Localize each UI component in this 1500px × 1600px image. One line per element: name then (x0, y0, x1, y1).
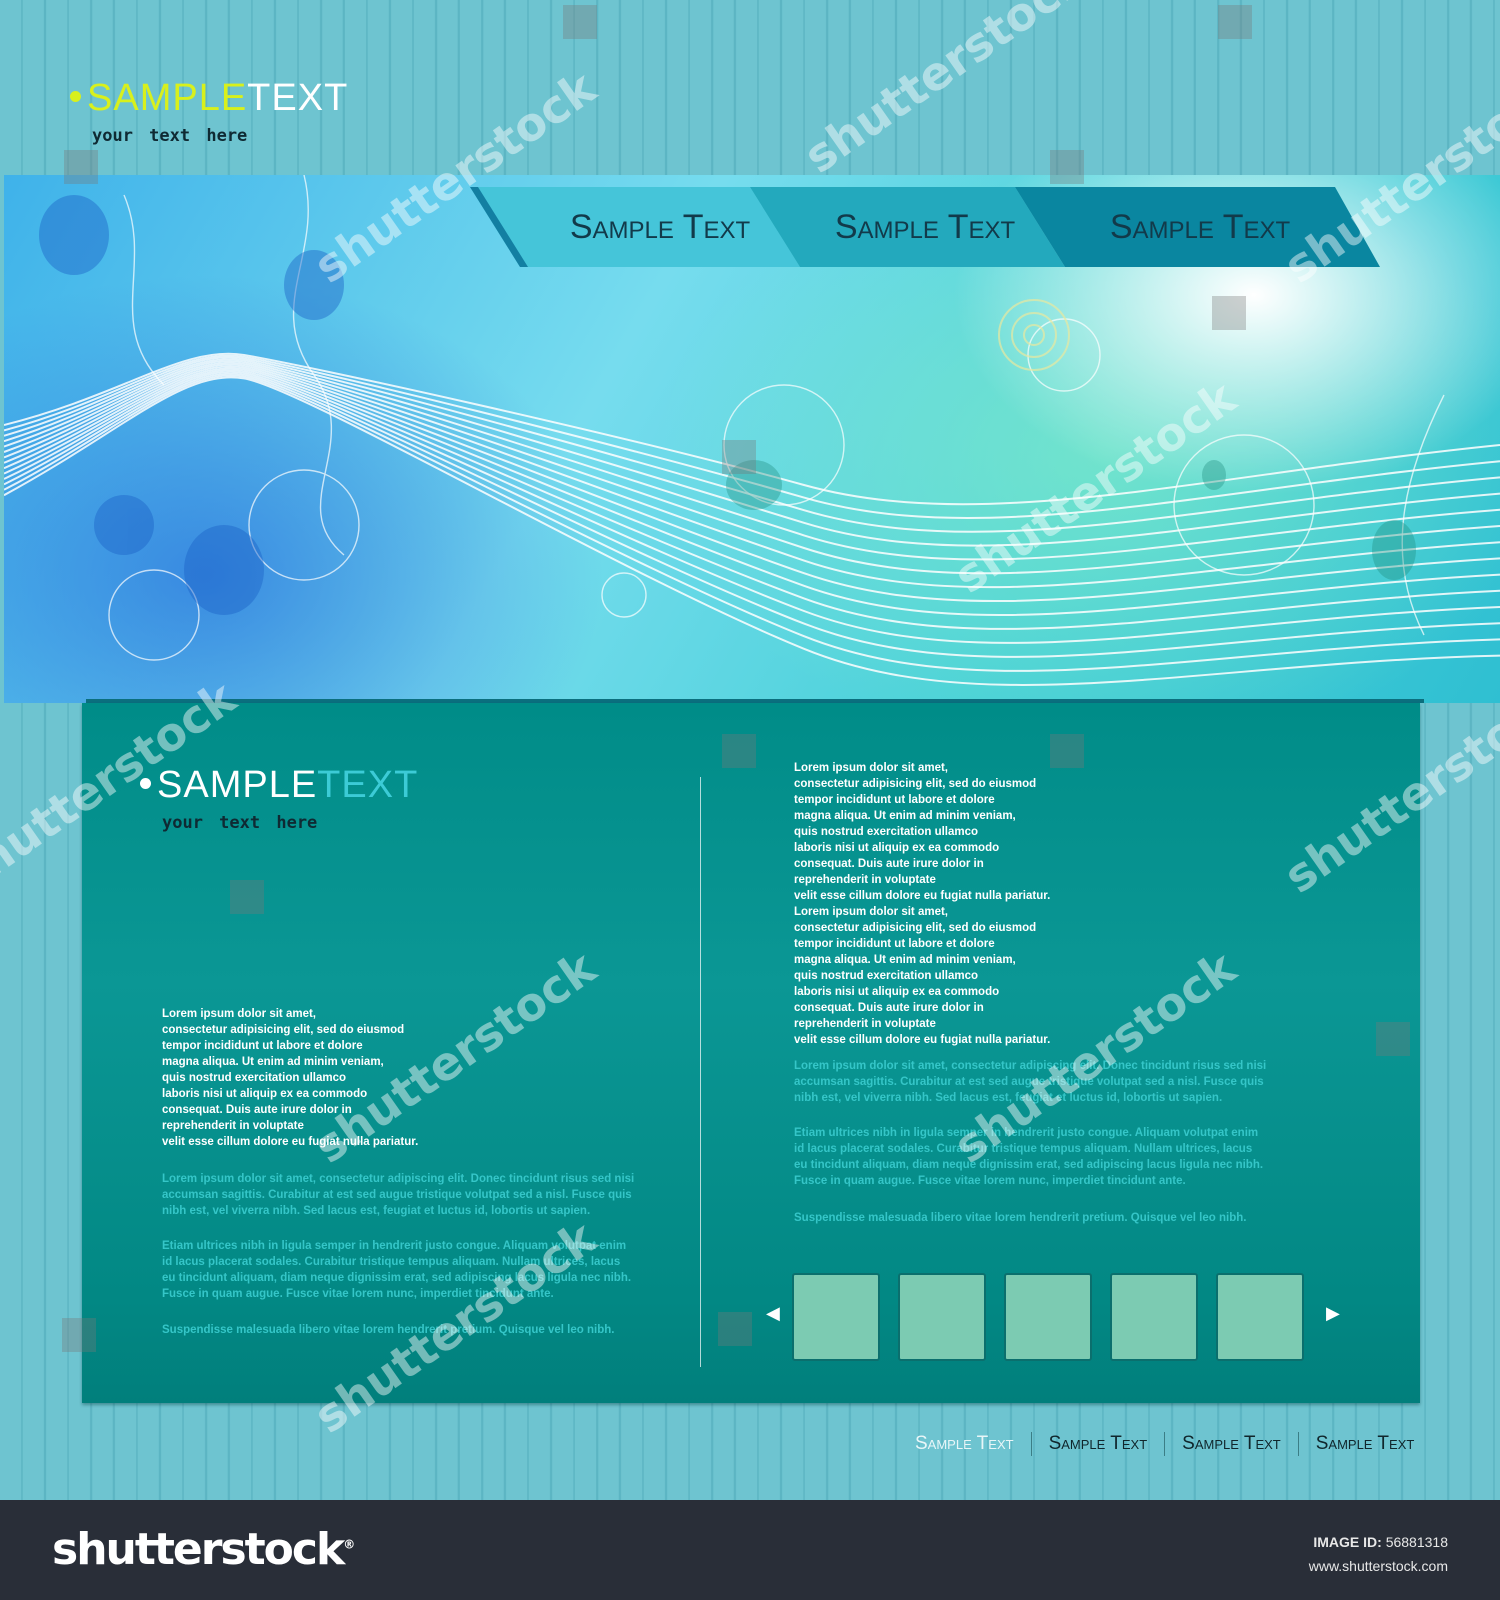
column-divider (700, 777, 701, 1367)
logo-word-primary: SAMPLE (87, 77, 248, 119)
gallery-thumbnail-2[interactable] (898, 1273, 986, 1361)
footer-separator (1297, 1432, 1299, 1456)
footer-link-2[interactable]: Sample Text (1049, 1433, 1148, 1455)
nav-tab-1[interactable]: Sample Text (520, 187, 800, 267)
content-logo-word-primary: SAMPLE (157, 764, 318, 806)
right-main-text: Lorem ipsum dolor sit amet, consectetur … (794, 762, 1051, 1046)
left-faint-text-1: Lorem ipsum dolor sit amet, consectetur … (162, 1173, 635, 1217)
footer-link-1[interactable]: Sample Text (915, 1433, 1014, 1455)
gallery-thumbnail-3[interactable] (1004, 1273, 1092, 1361)
footer-link-4[interactable]: Sample Text (1316, 1433, 1415, 1455)
content-tagline: your text here (162, 813, 318, 833)
left-main-text: Lorem ipsum dolor sit amet, consectetur … (162, 1008, 419, 1148)
watermark-text: shutterstock (794, 0, 1096, 184)
shutterstock-url: www.shutterstock.com (1308, 1558, 1448, 1574)
nav-tab-2[interactable]: Sample Text (785, 187, 1065, 267)
image-id-label: IMAGE ID: (1313, 1534, 1382, 1550)
gallery-thumbnail-4[interactable] (1110, 1273, 1198, 1361)
right-faint-text-1: Lorem ipsum dolor sit amet, consectetur … (794, 1060, 1267, 1104)
watermark-square-icon (563, 5, 597, 39)
shutterstock-footer-bar: shutterstock® IMAGE ID: 56881318 www.shu… (0, 1500, 1500, 1600)
content-logo-word-secondary: TEXT (317, 764, 419, 806)
shutterstock-logo-text: shutterstock (52, 1524, 345, 1575)
shutterstock-logo: shutterstock® (52, 1524, 355, 1575)
bullet-dot-icon (70, 91, 81, 103)
image-id-block: IMAGE ID: 56881318 www.shutterstock.com (1309, 1530, 1448, 1578)
left-faint-text-2: Etiam ultrices nibh in ligula semper in … (162, 1240, 632, 1300)
site-tagline: your text here (92, 126, 248, 146)
gallery-thumbnail-1[interactable] (792, 1273, 880, 1361)
gallery-prev-arrow-icon[interactable]: ◀ (766, 1303, 780, 1324)
image-id-value: 56881318 (1385, 1534, 1448, 1550)
content-panel: SAMPLETEXT your text here Lorem ipsum do… (82, 703, 1420, 1403)
nav-tab-3[interactable]: Sample Text (1050, 187, 1350, 267)
footer-separator (1164, 1432, 1166, 1456)
right-faint-text-2: Etiam ultrices nibh in ligula semper in … (794, 1127, 1264, 1187)
gallery-next-arrow-icon[interactable]: ▶ (1326, 1303, 1340, 1324)
gallery-thumbnail-5[interactable] (1216, 1273, 1304, 1361)
trademark-symbol: ® (343, 1537, 355, 1552)
content-logo: SAMPLETEXT your text here (140, 765, 418, 833)
wave-line (4, 358, 1500, 547)
logo-word-secondary: TEXT (247, 77, 349, 119)
left-faint-text-3: Suspendisse malesuada libero vitae lorem… (162, 1324, 615, 1336)
footer-navigation: Sample Text Sample Text Sample Text Samp… (915, 1432, 1414, 1456)
right-faint-text-3: Suspendisse malesuada libero vitae lorem… (794, 1212, 1247, 1224)
bullet-dot-icon (140, 778, 151, 790)
footer-link-3[interactable]: Sample Text (1182, 1433, 1281, 1455)
top-navigation: Sample Text Sample Text Sample Text (470, 187, 1380, 267)
watermark-square-icon (1218, 5, 1252, 39)
footer-separator (1030, 1432, 1032, 1456)
site-logo[interactable]: SAMPLETEXT your text here (70, 78, 348, 146)
